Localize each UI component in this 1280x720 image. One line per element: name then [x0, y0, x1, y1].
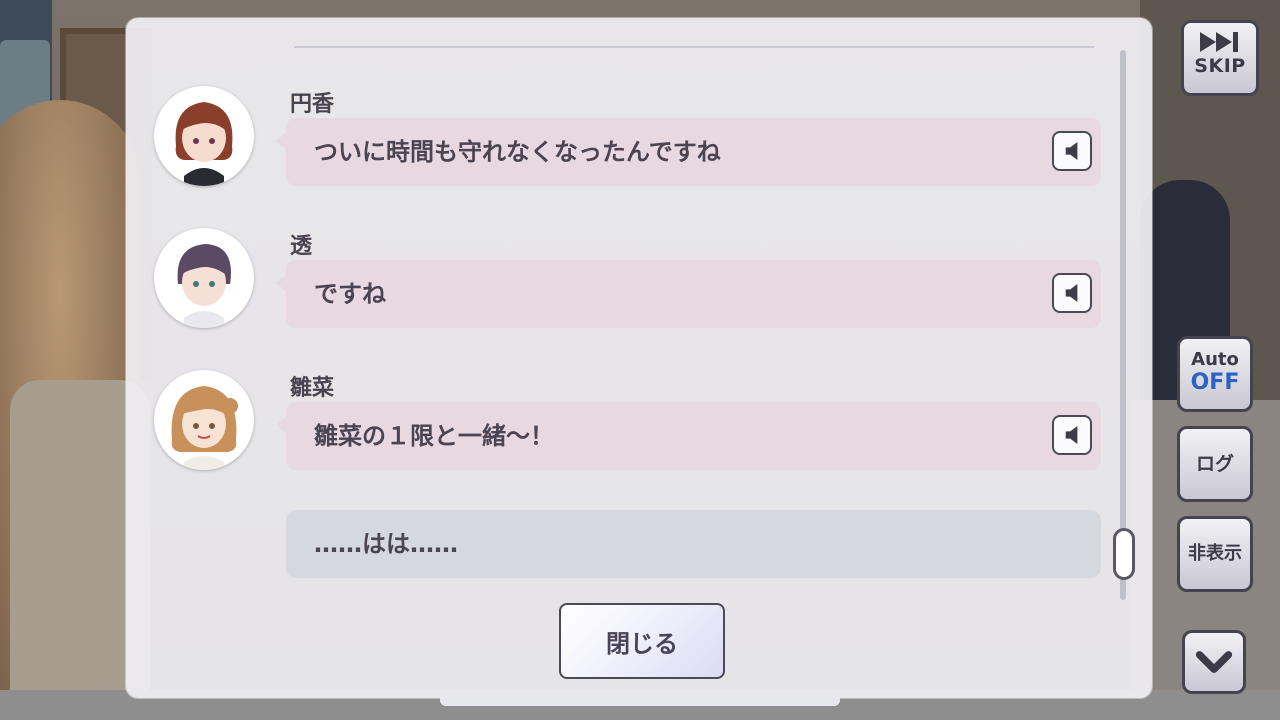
avatar-hinana [154, 370, 254, 470]
auto-state: OFF [1190, 370, 1240, 395]
avatar-madoka [154, 86, 254, 186]
skip-label: SKIP [1194, 55, 1246, 77]
dialogue-bubble: 雛菜の１限と一緒～！ [276, 402, 1101, 470]
narration-bubble: ……はは…… [286, 510, 1101, 578]
dialogue-text: ですね [314, 280, 386, 308]
hide-ui-button[interactable]: 非表示 [1177, 516, 1253, 592]
dialogue-bubble: ですね [276, 260, 1101, 328]
voice-replay-button[interactable] [1052, 415, 1092, 455]
scrollbar-track[interactable] [1120, 50, 1126, 600]
skip-button[interactable]: SKIP [1181, 20, 1259, 96]
speaker-icon [1065, 426, 1078, 444]
down-button[interactable] [1182, 630, 1246, 694]
speaker-icon [1065, 284, 1078, 302]
close-button[interactable]: 閉じる [559, 603, 725, 679]
voice-replay-button[interactable] [1052, 273, 1092, 313]
chevron-down-icon [1195, 651, 1233, 673]
speaker-icon [1065, 142, 1078, 160]
speaker-name: 雛菜 [290, 376, 335, 401]
panel-bottom-bar [440, 698, 840, 706]
voice-replay-button[interactable] [1052, 131, 1092, 171]
dialogue-text: ついに時間も守れなくなったんですね [314, 138, 721, 166]
narration-text: ……はは…… [314, 530, 458, 558]
auto-button[interactable]: Auto OFF [1177, 336, 1253, 412]
auto-label: Auto [1191, 349, 1239, 370]
dialogue-bubble: ついに時間も守れなくなったんですね [276, 118, 1101, 186]
speaker-name: 円香 [290, 92, 335, 117]
fast-forward-icon [1200, 32, 1238, 52]
log-button[interactable]: ログ [1177, 426, 1253, 502]
speaker-name: 透 [290, 234, 313, 259]
avatar-toru [154, 228, 254, 328]
scrollbar-thumb[interactable] [1113, 528, 1135, 580]
divider [294, 46, 1094, 48]
dialogue-log-panel: 円香 ついに時間も守れなくなったんですね 透 ですね 雛菜 雛菜の１限と一緒～！… [126, 18, 1152, 706]
dialogue-text: 雛菜の１限と一緒～！ [314, 422, 554, 450]
